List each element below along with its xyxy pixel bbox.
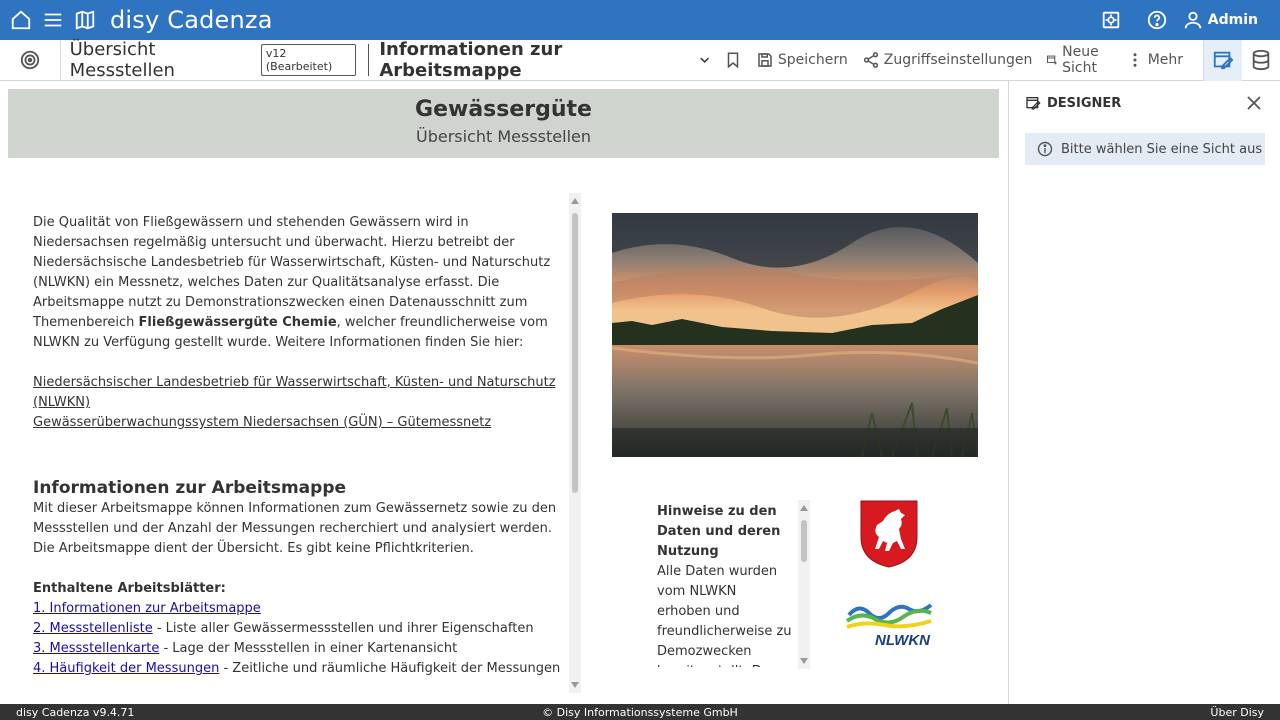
list-item: 2. Messstellenliste - Liste aller Gewäss…: [33, 619, 563, 639]
sheet-desc-4: - Zeitliche und räumliche Häufigkeit der…: [219, 661, 561, 676]
version-badge[interactable]: v12 (Bearbeitet): [260, 44, 357, 76]
user-menu[interactable]: Admin: [1182, 9, 1258, 31]
list-item: 3. Messstellenkarte - Lage der Messstell…: [33, 639, 563, 659]
designer-panel: DESIGNER Bitte wählen Sie eine Sicht aus: [1008, 81, 1280, 704]
worksheet-area: Gewässergüte Übersicht Messstellen Die Q…: [0, 81, 1008, 704]
text-scrollbar[interactable]: [569, 193, 581, 693]
nlwkn-logo: NLWKN: [845, 597, 933, 649]
copyright: © Disy Informationssysteme GmbH: [542, 705, 738, 719]
data-notice-body: Alle Daten wurden vom NLWKN erhoben und …: [657, 564, 792, 667]
select-view-hint: Bitte wählen Sie eine Sicht aus: [1025, 133, 1265, 165]
more-label: Mehr: [1147, 52, 1184, 68]
list-item: 4. Häufigkeit der Messungen - Zeitliche …: [33, 659, 563, 679]
edit-view-icon: [1026, 97, 1041, 110]
intro-paragraph: Die Qualität von Fließgewässern und steh…: [33, 213, 563, 353]
info-icon: [1037, 141, 1053, 157]
sheet-link-4[interactable]: 4. Häufigkeit der Messungen: [33, 661, 219, 676]
sheets-list: 1. Informationen zur Arbeitsmappe 2. Mes…: [33, 599, 563, 679]
section-paragraph: Mit dieser Arbeitsmappe können Informati…: [33, 501, 557, 556]
about-link[interactable]: Über Disy: [1210, 706, 1264, 719]
scroll-up-icon[interactable]: [800, 505, 808, 511]
access-settings-button[interactable]: Zugriffseinstellungen: [862, 51, 1033, 69]
designer-header: DESIGNER: [1025, 95, 1121, 111]
app-version: disy Cadenza v9.4.71: [16, 705, 135, 719]
select-view-hint-text: Bitte wählen Sie eine Sicht aus: [1061, 141, 1263, 157]
chevron-down-icon: [699, 57, 709, 63]
scroll-down-icon[interactable]: [571, 682, 579, 688]
link-nlwkn[interactable]: Niedersächsischer Landesbetrieb für Wass…: [33, 373, 563, 413]
user-icon: [1182, 9, 1204, 31]
app-bar: disy Cadenza Admin: [0, 0, 1280, 40]
user-name: Admin: [1207, 12, 1258, 28]
sheets-heading: Enthaltene Arbeitsblätter:: [33, 581, 226, 596]
help-icon[interactable]: [1146, 9, 1168, 31]
map-icon[interactable]: [74, 9, 96, 31]
database-icon: [1252, 49, 1270, 71]
bookmark-button[interactable]: [724, 51, 742, 69]
info-text-view: Die Qualität von Fließgewässern und steh…: [33, 213, 563, 679]
designer-toggle-button[interactable]: [1204, 39, 1243, 81]
workbook-title: Übersicht Messstellen: [69, 39, 175, 81]
navigator-button[interactable]: [0, 39, 61, 81]
intro-text-1: Die Qualität von Fließgewässern und steh…: [33, 215, 551, 330]
more-vertical-icon: [1133, 53, 1137, 67]
sheet-link-2[interactable]: 2. Messstellenliste: [33, 621, 153, 636]
scroll-thumb[interactable]: [801, 520, 807, 562]
section-heading: Informationen zur Arbeitsmappe: [33, 478, 347, 498]
header-banner: Gewässergüte Übersicht Messstellen: [8, 89, 999, 158]
scroll-up-icon[interactable]: [571, 198, 579, 204]
app-brand[interactable]: disy Cadenza: [110, 6, 273, 34]
sheet-link-1[interactable]: 1. Informationen zur Arbeitsmappe: [33, 601, 261, 616]
settings-icon[interactable]: [1100, 9, 1122, 31]
new-view-button[interactable]: Neue Sicht: [1046, 44, 1111, 76]
data-notice-heading: Hinweise zu den Daten und deren Nutzung: [657, 504, 781, 559]
sheet-desc-3: - Lage der Messstellen in einer Kartenan…: [159, 641, 458, 656]
designer-title: DESIGNER: [1047, 95, 1122, 111]
edit-view-icon: [1213, 51, 1234, 70]
workbook-toolbar: Übersicht Messstellen v12 (Bearbeitet) I…: [0, 39, 1280, 81]
scroll-down-icon[interactable]: [800, 658, 808, 664]
home-icon[interactable]: [10, 9, 32, 31]
data-source-button[interactable]: [1242, 40, 1280, 81]
link-guen[interactable]: Gewässerüberwachungssystem Niedersachsen…: [33, 413, 563, 433]
close-icon[interactable]: [1246, 95, 1262, 115]
scroll-thumb[interactable]: [572, 213, 578, 493]
more-button[interactable]: Mehr: [1126, 51, 1183, 69]
banner-title: Gewässergüte: [415, 97, 592, 122]
bookmark-icon: [727, 52, 739, 69]
toolbar-divider: [368, 44, 370, 76]
nlwkn-logo-text: NLWKN: [875, 632, 931, 649]
new-view-label: Neue Sicht: [1062, 44, 1099, 76]
add-view-icon: [1047, 55, 1058, 65]
save-label: Speichern: [777, 52, 848, 68]
banner-subtitle: Übersicht Messstellen: [415, 127, 591, 146]
menu-icon[interactable]: [42, 9, 64, 31]
save-icon: [758, 53, 772, 67]
notice-scrollbar[interactable]: [798, 500, 810, 669]
intro-bold: Fließgewässergüte Chemie: [138, 315, 337, 330]
lake-sunset-image: [612, 213, 978, 457]
sheet-desc-2: - Liste aller Gewässermessstellen und ih…: [152, 621, 534, 636]
data-notice-text: Hinweise zu den Daten und deren Nutzung …: [657, 502, 792, 667]
lower-saxony-coat-of-arms-logo: [859, 499, 919, 569]
share-icon: [863, 52, 878, 68]
sheet-link-3[interactable]: 3. Messstellenkarte: [33, 641, 159, 656]
sheet-selector[interactable]: Informationen zur Arbeitsmappe: [379, 39, 710, 81]
save-button[interactable]: Speichern: [756, 51, 848, 69]
access-settings-label: Zugriffseinstellungen: [883, 52, 1033, 68]
target-icon: [20, 50, 39, 70]
status-footer: disy Cadenza v9.4.71 © Disy Informations…: [0, 704, 1280, 720]
sheet-title: Informationen zur Arbeitsmappe: [379, 39, 563, 81]
list-item: 1. Informationen zur Arbeitsmappe: [33, 599, 563, 619]
